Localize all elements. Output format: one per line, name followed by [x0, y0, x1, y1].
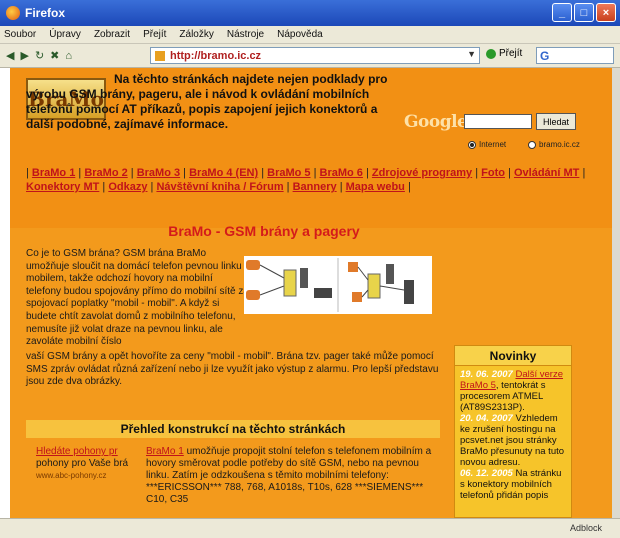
device-icon: [314, 288, 332, 298]
ad-text: pohony pro Vaše brá: [36, 458, 129, 469]
reload-icon[interactable]: ↻: [35, 49, 44, 62]
address-bar[interactable]: http://bramo.ic.cz ▼: [150, 47, 480, 64]
news-title: Novinky: [455, 346, 571, 366]
google-search-button[interactable]: Hledat: [536, 113, 576, 130]
nav-photo[interactable]: Foto: [481, 167, 505, 179]
google-search-input[interactable]: [464, 114, 532, 129]
nav-source-programs[interactable]: Zdrojové programy: [372, 167, 472, 179]
news-date: 06. 12. 2005: [460, 468, 513, 479]
go-icon: [486, 48, 496, 59]
go-label: Přejít: [499, 48, 523, 59]
radio-internet-label: Internet: [479, 140, 507, 149]
phone-icon: [348, 262, 358, 272]
url-text: http://bramo.ic.cz: [170, 49, 262, 62]
news-date: 20. 04. 2007: [460, 413, 513, 424]
phone-icon: [352, 292, 362, 302]
nav-banners[interactable]: Bannery: [293, 181, 337, 193]
nav-bramo-4[interactable]: BraMo 4 (EN): [189, 167, 258, 179]
firefox-icon: [6, 6, 20, 20]
news-panel: Novinky 19. 06. 2007 Další verze BraMo 5…: [454, 345, 572, 518]
radio-site-label: bramo.ic.cz: [539, 140, 580, 149]
ad-link[interactable]: Hledáte pohony pr: [36, 446, 144, 458]
ad-box: Hledáte pohony pr pohony pro Vaše brá ww…: [36, 446, 144, 482]
web-page: BraMo Na těchto stránkách najdete nejen …: [10, 68, 616, 518]
section-title: Přehled konstrukcí na těchto stránkách: [26, 420, 440, 438]
menu-bar: Soubor Úpravy Zobrazit Přejít Záložky Ná…: [0, 26, 620, 44]
bramo-1-text: umožňuje propojit stolní telefon s telef…: [146, 446, 432, 505]
radio-dot-icon: [528, 140, 536, 149]
bramo-1-link[interactable]: BraMo 1: [146, 446, 184, 457]
forward-icon[interactable]: ▶: [20, 49, 28, 62]
ad-url[interactable]: www.abc-pohony.cz: [36, 470, 144, 482]
radio-dot-icon: [468, 140, 476, 149]
radio-site[interactable]: bramo.ic.cz: [528, 140, 580, 149]
nav-bramo-1[interactable]: BraMo 1: [32, 167, 75, 179]
nav-konektory-mt[interactable]: Konektory MT: [26, 181, 99, 193]
stop-icon[interactable]: ✖: [50, 49, 59, 62]
radio-internet[interactable]: Internet: [468, 140, 506, 149]
nav-bramo-6[interactable]: BraMo 6: [320, 167, 363, 179]
google-logo: Google: [404, 112, 468, 132]
maximize-button[interactable]: □: [574, 3, 594, 22]
navigation-toolbar: ◀ ▶ ↻ ✖ ⌂ http://bramo.ic.cz ▼ Přejít G: [0, 44, 620, 68]
site-navigation: | BraMo 1 | BraMo 2 | BraMo 3 | BraMo 4 …: [26, 167, 586, 193]
nav-bramo-2[interactable]: BraMo 2: [84, 167, 127, 179]
menu-go[interactable]: Přejít: [143, 29, 166, 40]
gateway-box-icon: [283, 269, 297, 297]
title-bar: Firefox _ □ ×: [0, 0, 620, 26]
status-bar: Adblock: [0, 518, 620, 538]
nav-bramo-3[interactable]: BraMo 3: [137, 167, 180, 179]
mobile-phone-icon: [386, 264, 394, 284]
back-icon[interactable]: ◀: [6, 49, 14, 62]
news-date: 19. 06. 2007: [460, 369, 513, 380]
news-item: 06. 12. 2005 Na stránku s konektory mobi…: [460, 468, 566, 501]
news-item: 20. 04. 2007 Vzhledem ke zrušení hosting…: [460, 413, 566, 468]
gsm-gateway-diagram: [244, 256, 432, 314]
minimize-button[interactable]: _: [552, 3, 572, 22]
phone-icon: [246, 260, 260, 270]
google-search-icon: G: [540, 48, 550, 63]
menu-tools[interactable]: Nástroje: [227, 29, 264, 40]
nav-guestbook[interactable]: Návštěvní kniha / Fórum: [156, 181, 283, 193]
news-item: 19. 06. 2007 Další verze BraMo 5, tentok…: [460, 369, 566, 413]
toolbar-search[interactable]: G: [536, 47, 614, 64]
menu-file[interactable]: Soubor: [4, 29, 36, 40]
main-title: BraMo - GSM brány a pagery: [168, 223, 360, 239]
window-title: Firefox: [25, 6, 66, 20]
menu-edit[interactable]: Úpravy: [49, 29, 81, 40]
gateway-box-icon: [367, 273, 381, 299]
close-button[interactable]: ×: [596, 3, 616, 22]
dropdown-icon[interactable]: ▼: [467, 49, 476, 59]
menu-view[interactable]: Zobrazit: [94, 29, 130, 40]
google-search-box: Google Hledat Internet bramo.ic.cz: [404, 110, 580, 170]
menu-help[interactable]: Nápověda: [277, 29, 323, 40]
intro-text: Na těchto stránkách najdete nejen podkla…: [26, 72, 388, 131]
phone-icon: [246, 290, 260, 300]
page-icon: [155, 50, 165, 61]
main-body-text: Co je to GSM brána? GSM brána BraMo umož…: [26, 248, 250, 348]
nav-links[interactable]: Odkazy: [108, 181, 147, 193]
adblock-label[interactable]: Adblock: [570, 523, 602, 533]
home-icon[interactable]: ⌂: [65, 50, 72, 62]
vertical-scrollbar[interactable]: [612, 68, 620, 518]
construction-summary: BraMo 1 umožňuje propojit stolní telefon…: [146, 446, 442, 506]
go-button[interactable]: Přejít: [486, 48, 522, 59]
main-body-text-2: vaší GSM brány a opět hovoříte za ceny "…: [26, 351, 439, 388]
nav-ovladani-mt[interactable]: Ovládání MT: [514, 167, 579, 179]
nav-bramo-5[interactable]: BraMo 5: [267, 167, 310, 179]
mobile-phone-icon: [300, 268, 308, 288]
menu-bookmarks[interactable]: Záložky: [179, 29, 213, 40]
mobile-phone-icon: [404, 280, 414, 304]
nav-sitemap[interactable]: Mapa webu: [346, 181, 405, 193]
